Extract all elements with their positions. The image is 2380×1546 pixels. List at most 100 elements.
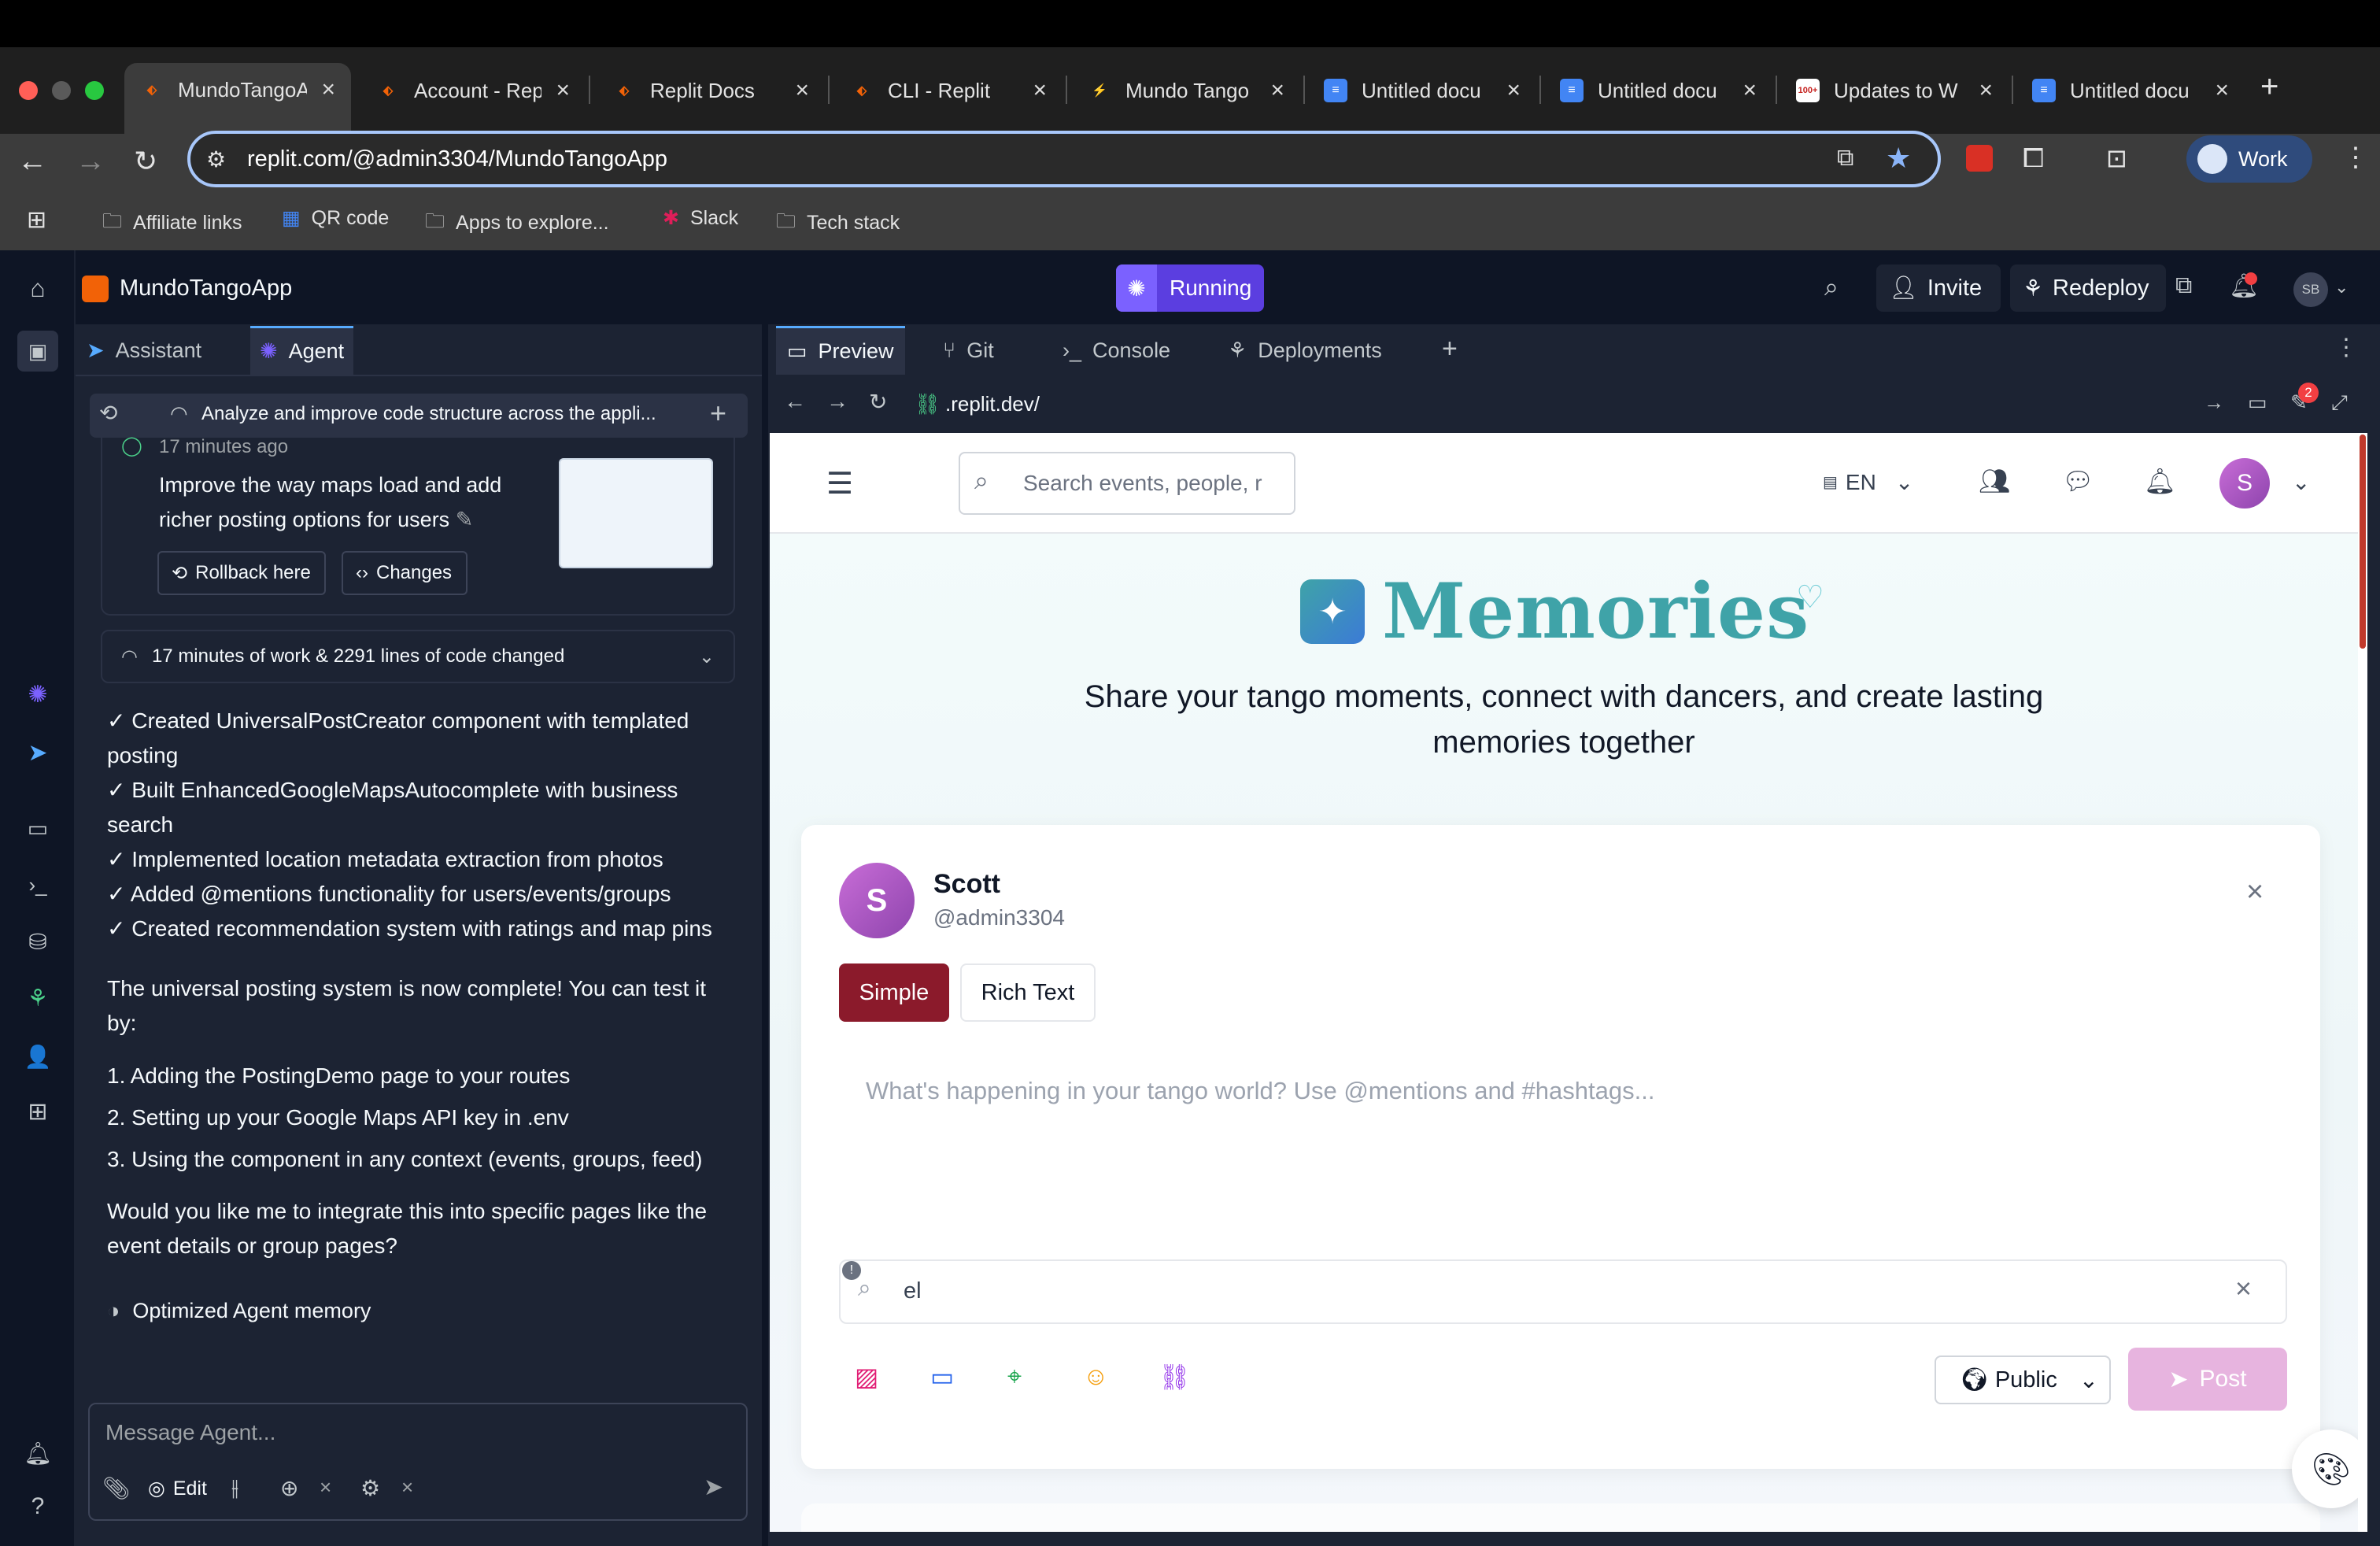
assistant-tool-icon[interactable]: ➤: [22, 737, 54, 768]
close-tab-icon[interactable]: ×: [1979, 79, 1993, 102]
forward-arrow-icon[interactable]: →: [76, 145, 105, 179]
bookmark-folder-tech[interactable]: 🗀 Tech stack: [776, 206, 900, 240]
chrome-menu-icon[interactable]: ⋮: [2342, 142, 2369, 173]
tab-assistant[interactable]: ➤ Assistant: [87, 326, 201, 375]
message-input[interactable]: Message Agent...: [105, 1420, 275, 1445]
users-tool-icon[interactable]: 👤: [22, 1041, 54, 1072]
chevron-down-icon[interactable]: ⌄: [2334, 277, 2349, 298]
edit-pencil-icon[interactable]: ✎: [456, 508, 474, 531]
maximize-window-icon[interactable]: [85, 81, 104, 100]
tab-console[interactable]: ›_ Console: [1062, 326, 1170, 375]
tab-deployments[interactable]: ⚘ Deployments: [1228, 326, 1382, 375]
preview-scrollbar-thumb[interactable]: [2360, 435, 2366, 649]
language-selector[interactable]: ▤ EN ⌄: [1823, 469, 1913, 495]
emoji-icon[interactable]: ☺: [1083, 1362, 1109, 1391]
clear-search-icon[interactable]: ×: [2235, 1272, 2252, 1305]
preview-forward-icon[interactable]: →: [826, 389, 848, 414]
web-search-icon[interactable]: ⊕: [280, 1475, 298, 1501]
checkpoint-thumbnail[interactable]: [559, 458, 713, 568]
browser-tab[interactable]: ⬖ Replit Docs ×: [597, 65, 825, 117]
browser-tab[interactable]: ⚡ Mundo Tango ×: [1072, 65, 1300, 117]
location-search-field[interactable]: [839, 1259, 2287, 1324]
open-new-tab-icon[interactable]: ⤢: [2331, 390, 2348, 416]
profile-button[interactable]: Work: [2186, 135, 2312, 183]
pane-divider[interactable]: [763, 324, 768, 1546]
device-icon[interactable]: ▭: [2248, 390, 2267, 415]
bookmark-slack[interactable]: ✱ Slack: [663, 206, 738, 230]
home-icon[interactable]: ⌂: [22, 272, 54, 304]
go-arrow-icon[interactable]: →: [2204, 390, 2224, 415]
location-pin-icon[interactable]: ⌖: [1007, 1362, 1022, 1392]
app-name[interactable]: MundoTangoApp: [120, 276, 292, 301]
deployments-tool-icon[interactable]: ⚘: [22, 982, 54, 1014]
history-icon[interactable]: ⟲: [99, 400, 117, 426]
close-composer-icon[interactable]: ×: [2246, 875, 2264, 909]
close-tab-icon[interactable]: ×: [556, 79, 570, 102]
preview-tool-icon[interactable]: ▭: [22, 812, 54, 844]
friends-icon[interactable]: 👥︎: [1979, 466, 2011, 496]
post-button[interactable]: ➤ Post: [2128, 1348, 2287, 1411]
close-tab-icon[interactable]: ×: [1743, 79, 1757, 102]
preview-address-bar[interactable]: [910, 387, 2216, 423]
preview-url[interactable]: ⛓ .replit.dev/: [915, 392, 1040, 416]
mode-rich-text-button[interactable]: Rich Text: [960, 963, 1096, 1022]
notifications-icon[interactable]: 🔔︎: [2144, 466, 2176, 496]
browser-tab[interactable]: ⬖ CLI - Replit ×: [834, 65, 1062, 117]
reload-icon[interactable]: ↻: [134, 145, 157, 178]
thread-title[interactable]: Analyze and improve code structure acros…: [201, 403, 656, 425]
tab-search-icon[interactable]: ⊡: [2106, 143, 2127, 173]
extended-thinking-icon[interactable]: ⚙: [360, 1475, 380, 1501]
visibility-select[interactable]: 🌍︎ Public ⌄: [1935, 1356, 2111, 1404]
chevron-down-icon[interactable]: ⌄: [2292, 469, 2310, 495]
send-icon[interactable]: ➤: [704, 1474, 723, 1501]
tab-git[interactable]: ⑂ Git: [943, 326, 994, 375]
settings-sliders-icon[interactable]: ⫲: [231, 1475, 238, 1501]
search-icon[interactable]: ⌕: [1824, 272, 1839, 302]
browser-tab-active[interactable]: ⬖ MundoTangoA ×: [124, 63, 351, 134]
apps-grid-icon[interactable]: ⊞: [27, 206, 46, 234]
video-upload-icon[interactable]: ▭: [930, 1362, 954, 1392]
browser-tab[interactable]: ≡ Untitled docu ×: [2016, 65, 2245, 117]
link-icon[interactable]: ⛓: [1159, 1362, 1191, 1392]
close-tab-icon[interactable]: ×: [1270, 79, 1284, 102]
back-arrow-icon[interactable]: ←: [17, 145, 47, 179]
console-tool-icon[interactable]: ›_: [22, 869, 54, 901]
mode-simple-button[interactable]: Simple: [839, 963, 949, 1022]
attach-icon[interactable]: 📎︎: [102, 1475, 131, 1501]
preview-back-icon[interactable]: ←: [784, 389, 806, 414]
remove-thinking-icon[interactable]: ×: [401, 1475, 413, 1500]
site-settings-icon[interactable]: ⚙: [206, 146, 226, 172]
new-thread-icon[interactable]: +: [710, 397, 726, 430]
edit-mode-button[interactable]: ◎ Edit: [148, 1477, 207, 1500]
close-tab-icon[interactable]: ×: [1033, 79, 1047, 102]
image-upload-icon[interactable]: ▨: [855, 1362, 878, 1392]
close-tab-icon[interactable]: ×: [795, 79, 809, 102]
notifications-rail-icon[interactable]: 🔔︎: [22, 1437, 54, 1469]
agent-tool-icon[interactable]: ✺: [22, 679, 54, 710]
location-search-input[interactable]: el: [904, 1278, 922, 1304]
close-tab-icon[interactable]: ×: [2215, 79, 2229, 102]
redeploy-button[interactable]: ⚘ Redeploy: [2010, 264, 2166, 312]
install-app-icon[interactable]: ⧉: [1837, 145, 1853, 172]
run-status-button[interactable]: ✺ Running: [1116, 264, 1264, 312]
browser-tab[interactable]: ⬖ Account - Rep ×: [360, 65, 586, 117]
changes-button[interactable]: ‹› Changes: [342, 551, 468, 595]
close-tab-icon[interactable]: ×: [321, 78, 335, 102]
bookmark-folder-apps[interactable]: 🗀 Apps to explore...: [425, 206, 609, 240]
close-tab-icon[interactable]: ×: [1506, 79, 1521, 102]
minimize-window-icon[interactable]: [52, 81, 71, 100]
pane-menu-icon[interactable]: ⋮: [2334, 334, 2358, 361]
browser-tab[interactable]: ≡ Untitled docu ×: [1544, 65, 1772, 117]
new-tab-button[interactable]: +: [2260, 71, 2278, 102]
browser-tab[interactable]: ≡ Untitled docu ×: [1308, 65, 1536, 117]
bookmark-folder-affiliate[interactable]: 🗀 Affiliate links: [102, 206, 242, 240]
all-tools-icon[interactable]: ⊞: [22, 1096, 54, 1127]
files-icon[interactable]: ▣: [17, 331, 58, 372]
tab-preview[interactable]: ▭ Preview: [776, 326, 905, 375]
add-tab-icon[interactable]: +: [1442, 334, 1458, 364]
bookmark-qr-code[interactable]: ▦ QR code: [282, 206, 389, 230]
help-icon[interactable]: ?: [22, 1491, 54, 1522]
user-avatar[interactable]: S: [2219, 458, 2270, 509]
extension-icon[interactable]: [1966, 145, 1993, 172]
bookmark-star-icon[interactable]: ★: [1886, 142, 1911, 175]
